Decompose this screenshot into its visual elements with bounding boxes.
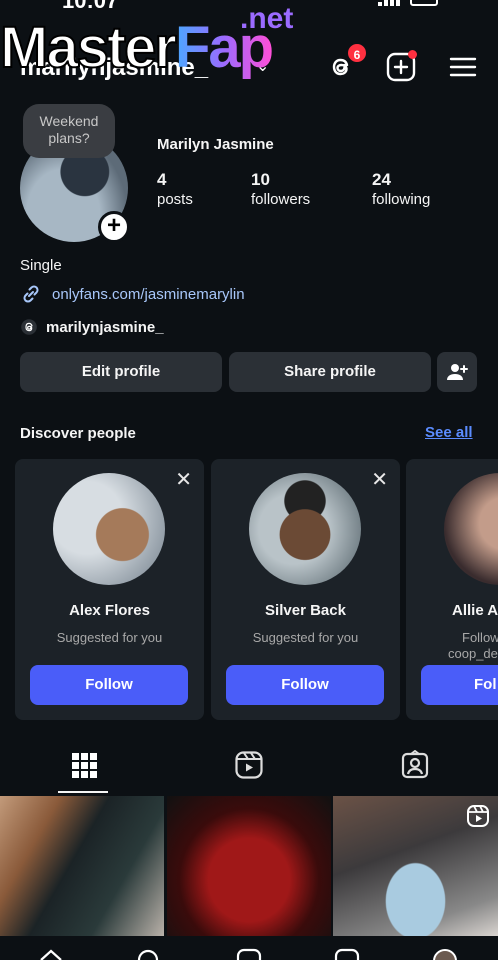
reels-icon <box>467 805 489 827</box>
discover-people-title: Discover people <box>20 425 136 442</box>
note-bubble[interactable]: Weekend plans? <box>23 104 115 158</box>
profile-link[interactable]: onlyfans.com/jasminemarylin <box>20 283 245 305</box>
post-thumbnail[interactable] <box>333 796 498 936</box>
suggested-user-subtitle-extra: coop_de <box>448 646 498 661</box>
suggested-user-card[interactable]: ✕ Silver Back Suggested for you Follow <box>211 459 400 720</box>
post-thumbnail[interactable] <box>0 796 164 936</box>
battery-icon <box>410 0 438 6</box>
follow-button[interactable]: Follow <box>30 665 188 705</box>
share-profile-button[interactable]: Share profile <box>229 352 431 392</box>
post-thumbnail[interactable] <box>167 796 331 936</box>
suggested-user-name[interactable]: Allie A <box>406 602 498 619</box>
threads-handle: marilynjasmine_ <box>46 318 164 336</box>
suggested-user-avatar[interactable] <box>53 473 165 585</box>
link-text[interactable]: onlyfans.com/jasminemarylin <box>52 286 245 303</box>
profile-bio: Single <box>20 257 62 274</box>
suggested-user-avatar[interactable] <box>444 473 498 585</box>
bottom-navigation <box>0 938 498 960</box>
followers-count[interactable]: 10 followers <box>251 170 310 208</box>
suggested-user-card[interactable]: ✕ Alex Flores Suggested for you Follow <box>15 459 204 720</box>
add-story-icon[interactable]: + <box>98 211 130 243</box>
home-icon[interactable] <box>38 948 64 960</box>
profile-icon[interactable] <box>432 948 458 960</box>
hamburger-menu-icon[interactable] <box>448 52 478 82</box>
suggested-user-name[interactable]: Alex Flores <box>15 602 204 619</box>
posts-count[interactable]: 4 posts <box>157 170 193 208</box>
search-icon[interactable] <box>136 948 162 960</box>
link-icon <box>23 285 39 303</box>
new-content-dot <box>408 50 417 59</box>
status-icons <box>378 0 438 6</box>
signal-icon <box>378 0 400 6</box>
create-icon[interactable] <box>236 948 262 960</box>
discover-people-button[interactable] <box>437 352 477 392</box>
watermark-logo: MasterFap .net <box>0 2 294 81</box>
profile-tabs <box>0 742 498 794</box>
active-tab-indicator <box>58 791 108 793</box>
close-icon[interactable]: ✕ <box>175 467 192 492</box>
reels-icon[interactable] <box>334 948 360 960</box>
suggested-user-subtitle: Suggested for you <box>56 630 163 645</box>
edit-profile-button[interactable]: Edit profile <box>20 352 222 392</box>
follow-button[interactable]: Fol <box>421 665 498 705</box>
grid-icon[interactable] <box>69 750 99 780</box>
see-all-link[interactable]: See all <box>425 424 473 441</box>
reels-icon[interactable] <box>234 750 264 780</box>
tagged-icon[interactable] <box>400 750 430 780</box>
status-time: 10:07 <box>62 0 119 13</box>
suggested-user-name[interactable]: Silver Back <box>211 602 400 619</box>
notification-badge: 6 <box>346 42 368 64</box>
profile-full-name: Marilyn Jasmine <box>157 136 274 153</box>
suggested-user-subtitle: Follow <box>462 630 498 645</box>
threads-profile-badge[interactable]: marilynjasmine_ <box>20 318 164 336</box>
suggested-user-subtitle: Suggested for you <box>252 630 359 645</box>
add-user-icon <box>447 364 468 380</box>
close-icon[interactable]: ✕ <box>371 467 388 492</box>
follow-button[interactable]: Follow <box>226 665 384 705</box>
suggested-user-avatar[interactable] <box>249 473 361 585</box>
suggested-user-card[interactable]: Allie A Follow coop_de Fol <box>406 459 498 720</box>
threads-icon <box>21 319 37 335</box>
following-count[interactable]: 24 following <box>372 170 430 208</box>
